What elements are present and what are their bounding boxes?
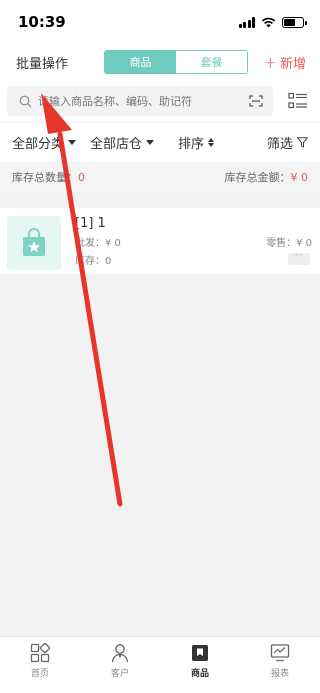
tab-products-nav[interactable]: 商品 [160,637,240,693]
search-row [0,80,320,122]
search-input[interactable] [38,94,249,108]
tab-reports[interactable]: 报表 [240,637,320,693]
scan-icon[interactable] [249,95,263,107]
battery-icon [282,16,307,28]
store-filter[interactable]: 全部店仓 [90,133,178,152]
total-quantity-value: 0 [78,171,85,184]
retail-label: 零售： [266,238,297,249]
tab-packages[interactable]: 套餐 [176,51,247,73]
search-icon [19,95,32,107]
shopping-bag-icon [23,228,45,256]
total-quantity: 库存总数量：0 [12,169,85,185]
inventory-summary: 库存总数量：0 库存总金额：¥ 0 [0,162,320,192]
category-filter-label: 全部分类 [12,137,65,152]
store-filter-label: 全部店仓 [90,137,143,152]
stock-row: 库存：0 [75,252,312,267]
wholesale-label: 批发： [75,238,105,249]
filter-button[interactable]: 筛选 [267,133,308,152]
product-info: [1] 1 批发：¥ 0 零售：¥ 0 库存：0 [75,216,312,267]
sort-button[interactable]: 排序 [178,133,238,152]
more-options-button[interactable]: ··· [288,252,310,265]
report-icon [270,644,290,662]
caret-down-icon [68,140,77,145]
batch-operation-button[interactable]: 批量操作 [16,53,88,72]
total-amount-value: ¥ 0 [290,171,309,184]
filter-label: 筛选 [266,137,293,152]
product-thumbnail [7,216,61,270]
list-view-icon[interactable] [288,92,308,110]
product-name: [1] 1 [75,216,106,231]
tab-customers[interactable]: 客户 [80,637,160,693]
status-icons [238,16,307,28]
segment-control: 商品 套餐 [104,50,248,74]
tab-home-label: 首页 [30,669,49,679]
sort-icon [208,138,215,147]
tab-home[interactable]: 首页 [0,637,80,693]
wholesale-value: ¥ 0 [105,238,121,249]
retail-value: ¥ 0 [296,238,312,249]
plus-icon: + [263,52,277,72]
home-grid-icon [30,643,50,663]
stock-value: 0 [105,256,112,267]
price-row: 批发：¥ 0 零售：¥ 0 [75,234,312,249]
header: 批量操作 商品 套餐 + 新增 [0,44,320,80]
cellular-signal-icon [238,16,255,28]
total-amount-label: 库存总金额： [224,171,291,184]
product-icon [192,645,208,661]
stock-label: 库存： [75,256,105,267]
tab-products[interactable]: 商品 [105,51,176,73]
caret-down-icon [146,140,155,145]
retail-price: 零售：¥ 0 [266,234,312,249]
add-label: 新增 [279,56,306,72]
status-time: 10:39 [18,13,66,31]
total-quantity-label: 库存总数量： [12,171,78,184]
customer-icon [111,644,129,663]
stock: 库存：0 [75,252,111,267]
search-box [7,86,273,116]
wifi-icon [261,17,276,27]
tab-products-nav-label: 商品 [190,669,209,679]
filter-bar: 全部分类 全部店仓 排序 筛选 [0,122,320,162]
sort-label: 排序 [178,137,205,152]
category-filter[interactable]: 全部分类 [12,133,90,152]
tab-reports-label: 报表 [270,669,289,679]
status-bar: 10:39 [0,0,320,44]
wholesale-price: 批发：¥ 0 [75,234,121,249]
tab-customers-label: 客户 [110,669,129,679]
funnel-icon [297,137,308,148]
product-card[interactable]: [1] 1 批发：¥ 0 零售：¥ 0 库存：0 ··· [0,208,320,274]
bottom-tab-bar: 首页 客户 商品 报表 [0,636,320,693]
total-amount: 库存总金额：¥ 0 [225,169,309,185]
add-button[interactable]: + 新增 [264,53,306,72]
